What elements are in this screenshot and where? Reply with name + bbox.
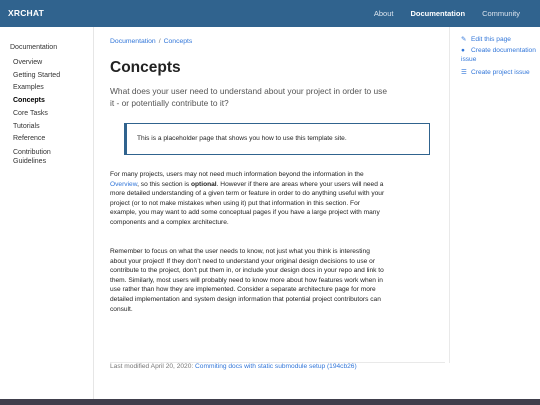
create-documentation-issue-link[interactable]: ● Create documentation issue — [461, 47, 539, 64]
nav-links: About Documentation Community — [357, 9, 520, 18]
sidebar-item-examples[interactable]: Examples — [13, 82, 83, 95]
sidebar-item-reference[interactable]: Reference — [13, 133, 83, 146]
task-list-icon: ☰ — [461, 69, 467, 76]
sidebar-list: Overview Getting Started Examples Concep… — [13, 57, 83, 166]
sidebar-item-concepts[interactable]: Concepts — [13, 95, 83, 108]
left-sidebar: Documentation Overview Getting Started E… — [0, 27, 94, 399]
breadcrumb-concepts[interactable]: Concepts — [164, 38, 193, 45]
p1-text-b: , so this section is — [137, 180, 191, 188]
github-icon: ● — [461, 47, 465, 54]
sidebar-item-contribution-guidelines[interactable]: Contribution Guidelines — [13, 146, 83, 166]
sidebar-item-core-tasks[interactable]: Core Tasks — [13, 108, 83, 121]
optional-bold: optional — [191, 180, 217, 188]
edit-page-link[interactable]: ✎ Edit this page — [461, 36, 539, 45]
sidebar-item-getting-started[interactable]: Getting Started — [13, 70, 83, 83]
breadcrumb: Documentation / Concepts — [110, 38, 192, 45]
page-footer — [0, 399, 540, 405]
paragraph-focus: Remember to focus on what the user needs… — [110, 248, 384, 313]
alert-text: This is a placeholder page that shows yo… — [137, 135, 347, 142]
commit-link[interactable]: Commiting docs with static submodule set… — [195, 363, 357, 370]
last-modified: Last modified April 20, 2020: Commiting … — [110, 363, 357, 370]
last-modified-prefix: Last modified April 20, 2020: — [110, 363, 196, 370]
paragraph-intro: For many projects, users may not need mu… — [110, 170, 385, 228]
sidebar-item-tutorials[interactable]: Tutorials — [13, 121, 83, 134]
nav-link-about[interactable]: About — [374, 9, 394, 18]
placeholder-alert: This is a placeholder page that shows yo… — [124, 123, 430, 155]
brand-logo-link[interactable]: XRCHAT — [8, 8, 44, 18]
breadcrumb-separator: / — [158, 38, 161, 45]
nav-link-documentation[interactable]: Documentation — [410, 9, 465, 18]
breadcrumb-documentation[interactable]: Documentation — [110, 38, 156, 45]
right-toc-column: ✎ Edit this page ● Create documentation is… — [449, 27, 540, 363]
sidebar-root-documentation[interactable]: Documentation — [10, 44, 57, 51]
edit-page-label: Edit this page — [471, 36, 511, 43]
overview-link[interactable]: Overview — [110, 181, 137, 188]
page-lead: What does your user need to understand a… — [110, 86, 388, 108]
nav-link-community[interactable]: Community — [482, 9, 520, 18]
p1-text-a: For many projects, users may not need mu… — [110, 171, 364, 178]
edit-icon: ✎ — [461, 36, 467, 43]
top-navbar: XRCHAT About Documentation Community — [0, 0, 540, 27]
create-project-issue-link[interactable]: ☰ Create project issue — [461, 69, 539, 78]
sidebar-item-overview[interactable]: Overview — [13, 57, 83, 70]
create-doc-issue-label: Create documentation issue — [461, 47, 536, 63]
page-title: Concepts — [110, 59, 181, 76]
create-project-issue-label: Create project issue — [471, 69, 530, 76]
